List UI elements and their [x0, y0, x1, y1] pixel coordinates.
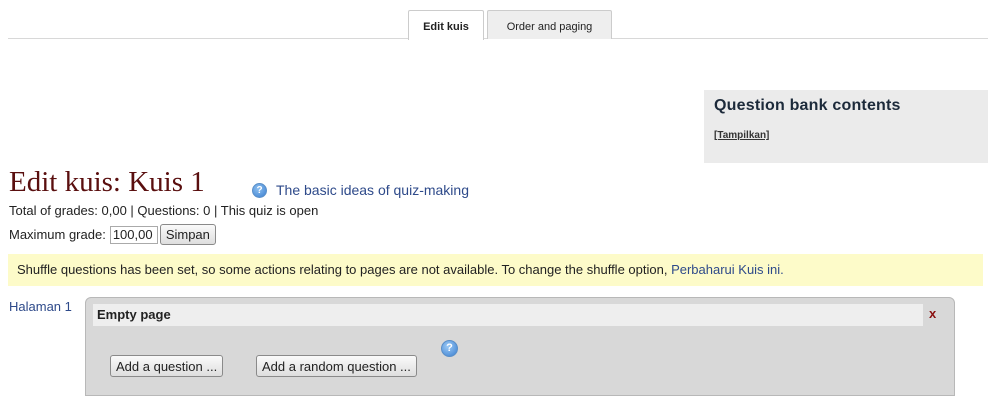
show-question-bank-link[interactable]: [Tampilkan]	[714, 130, 769, 141]
update-quiz-link[interactable]: Perbaharui Kuis ini.	[671, 262, 784, 277]
page-box-header: Empty page	[93, 304, 923, 326]
page-1-label[interactable]: Halaman 1	[9, 299, 72, 314]
save-grade-button[interactable]: Simpan	[159, 224, 216, 245]
remove-page-icon[interactable]: x	[929, 306, 936, 321]
page-box: Empty page x Add a question ... Add a ra…	[85, 297, 955, 396]
random-question-help-icon[interactable]: ?	[441, 340, 458, 357]
shuffle-notice-text: Shuffle questions has been set, so some …	[17, 262, 672, 277]
help-icon: ?	[252, 182, 267, 198]
shuffle-notice: Shuffle questions has been set, so some …	[8, 254, 983, 286]
tab-order-and-paging[interactable]: Order and paging	[487, 10, 612, 39]
max-grade-label: Maximum grade:	[9, 227, 106, 242]
add-random-question-button[interactable]: Add a random question ...	[256, 355, 417, 377]
quiz-summary: Total of grades: 0,00 | Questions: 0 | T…	[9, 203, 319, 218]
question-bank-block: Question bank contents [Tampilkan]	[704, 90, 988, 163]
question-bank-title: Question bank contents	[714, 97, 901, 114]
help-link-label: The basic ideas of quiz-making	[276, 182, 469, 198]
max-grade-form: Maximum grade: Simpan	[9, 224, 216, 245]
tab-edit-quiz[interactable]: Edit kuis	[408, 10, 484, 40]
edit-quiz-page: Edit kuis Order and paging Question bank…	[0, 0, 988, 396]
max-grade-input[interactable]	[109, 225, 158, 244]
add-question-button[interactable]: Add a question ...	[110, 355, 224, 377]
quiz-making-help-link[interactable]: ? The basic ideas of quiz-making	[252, 182, 469, 198]
page-title: Edit kuis: Kuis 1	[9, 166, 205, 198]
